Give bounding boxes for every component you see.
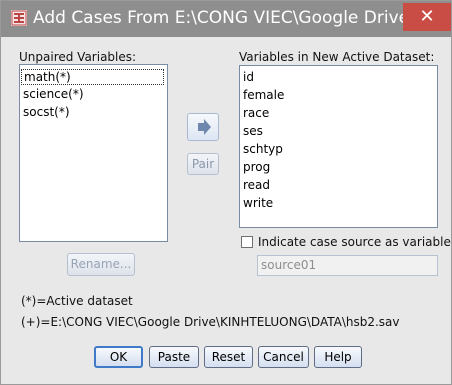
move-right-button[interactable] (187, 113, 219, 141)
list-item[interactable]: science(*) (23, 87, 84, 101)
add-cases-dialog: Add Cases From E:\CONG VIEC\Google Drive… (0, 0, 452, 385)
list-item[interactable]: write (243, 196, 273, 210)
pair-button[interactable]: Pair (187, 153, 219, 175)
reset-button[interactable]: Reset (204, 346, 253, 368)
list-item[interactable]: prog (243, 160, 270, 174)
unpaired-variables-list[interactable]: math(*) science(*) socst(*) (19, 64, 168, 242)
window-title: Add Cases From E:\CONG VIEC\Google Drive… (33, 8, 426, 28)
list-item[interactable]: read (243, 178, 270, 192)
paste-button[interactable]: Paste (149, 346, 199, 368)
list-item[interactable]: socst(*) (23, 105, 70, 119)
title-bar[interactable]: Add Cases From E:\CONG VIEC\Google Drive… (1, 1, 451, 37)
rename-button[interactable]: Rename... (67, 253, 135, 276)
spss-app-icon (11, 10, 27, 26)
right-arrow-icon (198, 119, 211, 135)
cancel-button[interactable]: Cancel (258, 346, 309, 368)
help-button[interactable]: Help (314, 346, 362, 368)
list-item[interactable]: ses (243, 124, 263, 138)
close-icon: ✕ (419, 6, 435, 27)
new-dataset-variables-list[interactable]: id female race ses schtyp prog read writ… (239, 65, 438, 228)
list-item[interactable]: math(*) (21, 69, 164, 85)
list-item[interactable]: schtyp (243, 142, 283, 156)
active-dataset-legend: (*)=Active dataset (21, 294, 133, 308)
close-button[interactable]: ✕ (403, 3, 451, 31)
indicate-source-label: Indicate case source as variable: (258, 235, 452, 249)
source-variable-input[interactable]: source01 (257, 255, 438, 276)
new-dataset-label: Variables in New Active Dataset: (239, 50, 435, 64)
list-item[interactable]: female (243, 88, 284, 102)
file-path-legend: (+)=E:\CONG VIEC\Google Drive\KINHTELUON… (21, 315, 400, 329)
unpaired-variables-label: Unpaired Variables: (19, 50, 137, 64)
ok-button[interactable]: OK (94, 346, 143, 368)
indicate-source-checkbox[interactable] (241, 236, 253, 248)
list-item[interactable]: race (243, 106, 269, 120)
list-item[interactable]: id (243, 70, 254, 84)
